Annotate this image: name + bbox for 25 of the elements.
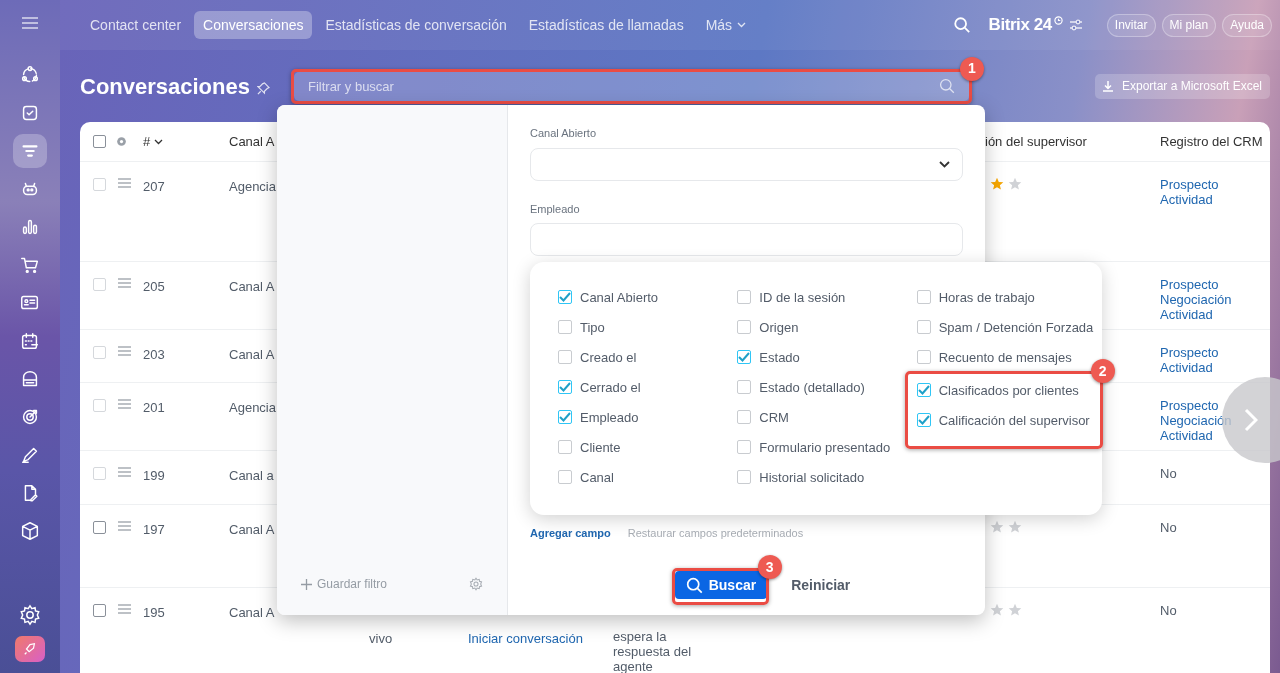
table-cell: Canal A	[229, 605, 275, 620]
table-cell: No	[1160, 520, 1177, 535]
table-cell: Canal a	[229, 468, 274, 483]
table-cell: Agencia	[229, 179, 276, 194]
table-cell: 197	[143, 522, 165, 537]
page-title: Conversaciones	[80, 72, 250, 101]
table-cell: No	[1160, 466, 1177, 481]
table-cell: Canal A	[229, 347, 275, 362]
callout-number: 2	[1090, 359, 1115, 383]
table-cell: 207	[143, 179, 165, 194]
table-cell: 195	[143, 605, 165, 620]
callout-number: 1	[959, 56, 984, 81]
field-label: Canal Abierto	[530, 126, 598, 141]
table-cell: Canal A	[229, 522, 275, 537]
table-cell: Agencia	[229, 400, 276, 415]
field-label: Empleado	[530, 201, 581, 217]
table-cell: 201	[143, 400, 165, 415]
table-cell: No	[1160, 603, 1177, 618]
table-cell: 203	[143, 347, 165, 362]
table-cell: Canal A	[229, 279, 275, 294]
callout-number: 3	[757, 555, 782, 579]
table-cell: 205	[143, 279, 165, 294]
table-cell-text: espera la respuesta del agente	[613, 629, 693, 673]
table-cell: 199	[143, 468, 165, 483]
table-cell: vivo	[369, 631, 393, 646]
